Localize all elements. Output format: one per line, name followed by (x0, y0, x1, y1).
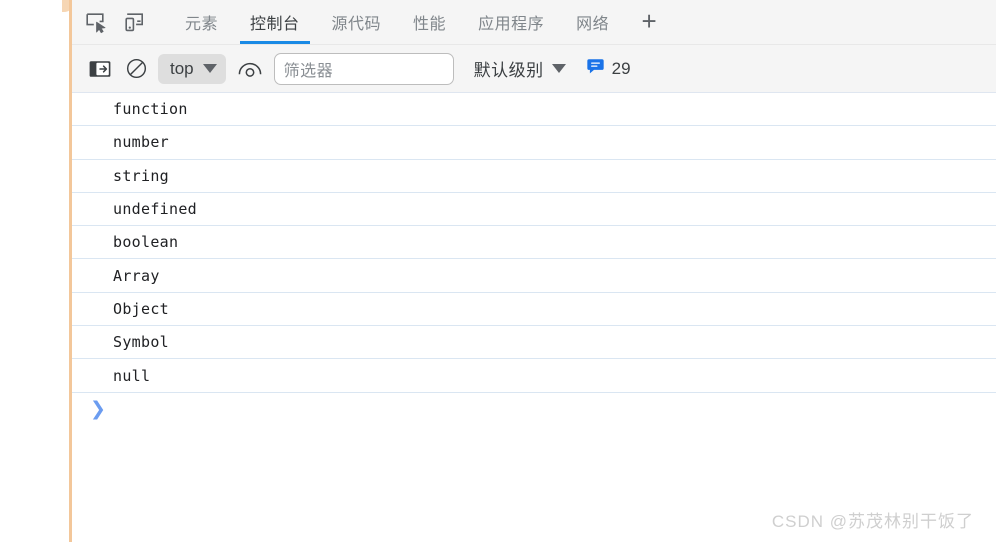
message-count-value: 29 (611, 58, 631, 78)
execution-context-select[interactable]: top (158, 53, 226, 84)
console-log-row[interactable]: undefined (72, 193, 996, 227)
log-message: function (113, 100, 188, 119)
device-toolbar-icon[interactable] (115, 0, 153, 44)
tab-label: 源代码 (331, 16, 382, 33)
devtools-tabs: 元素 控制台 源代码 性能 应用程序 网络 + (169, 0, 673, 44)
speech-bubble-icon (586, 57, 605, 81)
tab-sources[interactable]: 源代码 (316, 0, 398, 44)
devtools-window: 元素 控制台 源代码 性能 应用程序 网络 + top 筛选器 默认级别 29 … (72, 0, 996, 542)
console-log-row[interactable]: Object (72, 293, 996, 327)
log-message: boolean (113, 233, 179, 252)
clear-console-icon[interactable] (118, 51, 154, 87)
log-message: null (113, 366, 151, 385)
prompt-chevron-icon: ❯ (90, 398, 106, 421)
execution-context-value: top (170, 58, 194, 78)
inspect-element-icon[interactable] (77, 0, 115, 44)
page-left-gutter (0, 0, 74, 542)
filter-placeholder: 筛选器 (283, 62, 334, 80)
live-expression-eye-icon[interactable] (232, 51, 268, 87)
console-log-row[interactable]: string (72, 160, 996, 193)
tab-label: 控制台 (250, 16, 300, 33)
console-prompt[interactable]: ❯ (72, 393, 996, 427)
tab-label: 元素 (185, 16, 219, 33)
plus-icon: + (641, 5, 657, 36)
tab-label: 网络 (576, 16, 610, 33)
console-toolbar: top 筛选器 默认级别 29 (72, 45, 996, 93)
watermark-text: CSDN @苏茂林别干饭了 (771, 512, 974, 531)
console-log-row[interactable]: null (72, 359, 996, 393)
tab-network[interactable]: 网络 (560, 0, 625, 44)
tab-label: 应用程序 (478, 16, 545, 33)
log-message: number (113, 133, 169, 152)
add-tab-button[interactable]: + (625, 0, 673, 44)
log-message: string (113, 166, 169, 185)
console-sidebar-toggle-icon[interactable] (82, 51, 118, 87)
console-log-row[interactable]: function (72, 93, 996, 127)
filter-input[interactable]: 筛选器 (273, 52, 454, 85)
log-message: Object (113, 299, 169, 318)
watermark: CSDN @苏茂林别干饭了 (772, 507, 974, 532)
chevron-down-icon (551, 64, 566, 73)
console-log-row[interactable]: boolean (72, 226, 996, 260)
console-log-row[interactable]: Symbol (72, 326, 996, 360)
log-message: Array (113, 266, 160, 285)
log-message: undefined (113, 200, 197, 219)
devtools-tabbar: 元素 控制台 源代码 性能 应用程序 网络 + (72, 0, 996, 45)
tab-performance[interactable]: 性能 (397, 0, 462, 44)
message-count-badge[interactable]: 29 (586, 57, 631, 81)
tab-application[interactable]: 应用程序 (462, 0, 560, 44)
console-log-row[interactable]: Array (72, 259, 996, 293)
chevron-down-icon (202, 64, 217, 73)
tab-console[interactable]: 控制台 (234, 0, 316, 44)
log-message: Symbol (113, 333, 169, 352)
log-level-value: 默认级别 (473, 61, 544, 80)
tab-elements[interactable]: 元素 (169, 0, 234, 44)
tab-label: 性能 (413, 16, 447, 33)
console-log-row[interactable]: number (72, 126, 996, 160)
console-log-list: function number string undefined boolean… (72, 93, 996, 542)
log-level-select[interactable]: 默认级别 (474, 56, 566, 81)
